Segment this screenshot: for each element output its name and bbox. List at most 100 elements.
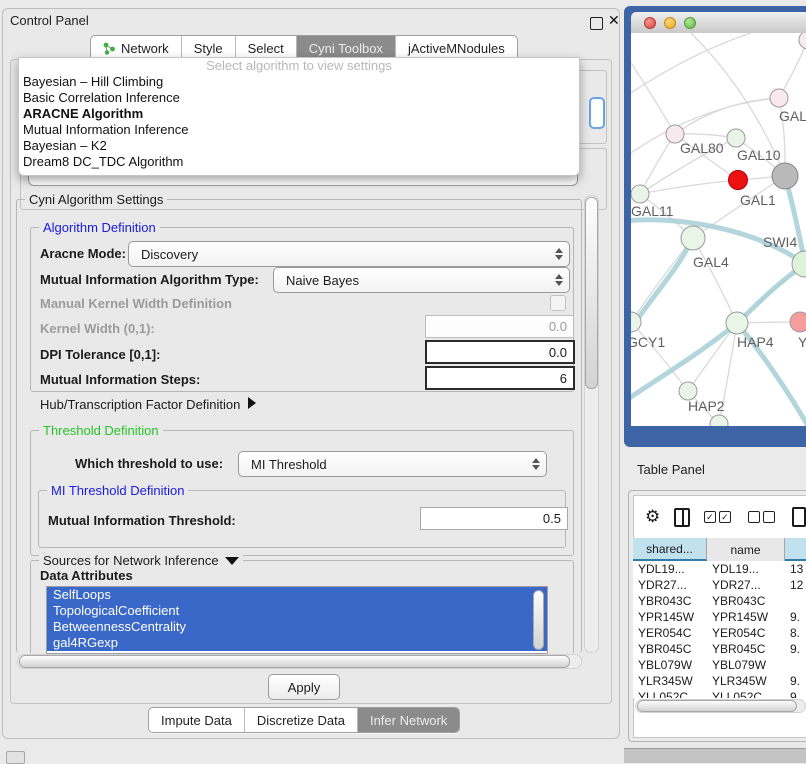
cell[interactable]: 13 [785,561,806,577]
control-panel-title: Control Panel [10,13,89,28]
column-header-name[interactable]: name [707,538,785,561]
cell[interactable]: YDL19... [633,561,707,577]
cell[interactable]: YBL079W [633,657,707,673]
kernel-width-field[interactable]: 0.0 [425,315,574,338]
apply-button[interactable]: Apply [268,674,340,700]
cell[interactable]: YLR345W [707,673,785,689]
tab-discretize-data[interactable]: Discretize Data [245,708,358,732]
node-label: HAP2 [688,398,725,414]
cell[interactable]: YER054C [633,625,707,641]
data-attributes-list[interactable]: SelfLoops TopologicalCoefficient Between… [46,586,548,654]
cell[interactable]: 9. [785,641,806,657]
zoom-window-icon[interactable] [684,17,696,29]
cell[interactable]: YPR145W [633,609,707,625]
node-label: GCY1 [631,334,665,350]
node-label: GAL1 [740,192,776,208]
list-item[interactable]: TopologicalCoefficient [47,603,547,619]
dpi-tolerance-field[interactable]: 0.0 [425,340,575,364]
close-panel-icon[interactable]: ✕ [608,12,620,29]
cell[interactable]: YBR043C [633,593,707,609]
list-scrollbar[interactable] [533,590,544,650]
float-panel-button[interactable] [590,17,603,30]
stepper-icon [549,248,569,260]
cell[interactable]: 8. [785,625,806,641]
cell[interactable]: YLR345W [633,673,707,689]
threshold-definition-title: Threshold Definition [39,423,163,438]
settings-gear-icon[interactable]: ⚙ [645,507,660,527]
which-threshold-label: Which threshold to use: [75,456,223,471]
settings-hscrollbar-thumb[interactable] [19,655,570,668]
mi-steps-field[interactable]: 6 [425,366,575,390]
node-gal11 [631,185,649,203]
columns-icon[interactable] [674,508,690,527]
algorithm-option[interactable]: Bayesian – K2 [19,138,579,154]
mi-threshold-label: Mutual Information Threshold: [48,513,236,528]
algorithm-option-selected[interactable]: ARACNE Algorithm [19,106,579,122]
close-window-icon[interactable] [644,17,656,29]
manual-kernel-checkbox[interactable] [550,295,566,311]
list-item[interactable]: gal4RGexp [47,635,547,651]
node-y [790,312,806,332]
deselect-all-icon[interactable] [748,511,778,523]
algorithm-option[interactable]: Bayesian – Hill Climbing [19,74,579,90]
hub-expander[interactable]: Hub/Transcription Factor Definition [40,397,256,412]
cell[interactable]: YPR145W [707,609,785,625]
mi-threshold-title: MI Threshold Definition [47,483,188,498]
stepper-icon [549,274,569,286]
algorithm-option[interactable]: Mutual Information Inference [19,122,579,138]
cell[interactable]: YBL079W [707,657,785,673]
cell[interactable]: YBR043C [707,593,785,609]
node-gray [772,163,798,189]
node-label: SWI4 [763,234,797,250]
page-icon[interactable] [792,507,806,527]
algorithm-placeholder: Select algorithm to view settings [19,58,579,74]
manual-kernel-label: Manual Kernel Width Definition [40,296,232,311]
cell[interactable] [785,657,806,673]
cell[interactable]: 9. [785,673,806,689]
table-rows: YDL19...YDL19...13 YDR27...YDR27...12 YB… [633,561,806,698]
algorithm-option[interactable]: Basic Correlation Inference [19,90,579,106]
cell[interactable]: YBR045C [633,641,707,657]
settings-vscrollbar-thumb[interactable] [585,197,598,389]
node-gal4 [681,226,705,250]
network-canvas[interactable]: GAL80 GAL10 GAL1 GAL GAL11 GAL4 SWI4 GCY… [631,33,806,426]
column-header-cut[interactable] [785,538,806,561]
algorithm-option[interactable]: Dream8 DC_TDC Algorithm [19,154,579,170]
cell[interactable]: YDR27... [633,577,707,593]
mi-type-combo[interactable]: Naive Bayes [273,267,570,293]
aracne-mode-combo[interactable]: Discovery [128,241,570,267]
node-gal10 [727,129,745,147]
list-item[interactable]: BetweennessCentrality [47,619,547,635]
cyni-bottom-tabbar: Impute Data Discretize Data Infer Networ… [148,707,460,733]
cell[interactable]: YDL19... [707,561,785,577]
tab-impute-data[interactable]: Impute Data [149,708,245,732]
cell[interactable]: YLL052C [707,689,785,698]
mi-threshold-field[interactable]: 0.5 [420,507,568,530]
data-attributes-label: Data Attributes [40,568,133,583]
minimize-window-icon[interactable] [664,17,676,29]
collapsed-panel-button[interactable] [6,751,25,764]
cell[interactable]: YLL052C [633,689,707,698]
cell[interactable]: 12 [785,577,806,593]
node-label: GAL11 [631,203,674,219]
table-hscrollbar-thumb[interactable] [637,700,797,712]
sources-title: Sources for Network Inference [43,553,219,568]
cell[interactable] [785,593,806,609]
which-threshold-combo[interactable]: MI Threshold [238,451,547,477]
network-window-titlebar[interactable] [631,12,806,34]
tab-infer-network[interactable]: Infer Network [358,708,459,732]
cell[interactable]: 9. [785,609,806,625]
select-all-icon[interactable]: ✓✓ [704,511,734,523]
kernel-width-label: Kernel Width (0,1): [40,321,155,336]
table-toolbar: ⚙ ✓✓ [633,503,806,531]
list-item[interactable]: SelfLoops [47,587,547,603]
column-header-shared[interactable]: shared... [633,538,707,561]
cell[interactable]: 9 [785,689,806,698]
sources-title-wrap[interactable]: Sources for Network Inference [39,553,243,568]
cell[interactable]: YBR045C [707,641,785,657]
focused-combo-sliver [589,97,605,129]
cell[interactable]: YER054C [707,625,785,641]
node [799,33,806,49]
cell[interactable]: YDR27... [707,577,785,593]
algorithm-definition-title: Algorithm Definition [39,220,160,235]
